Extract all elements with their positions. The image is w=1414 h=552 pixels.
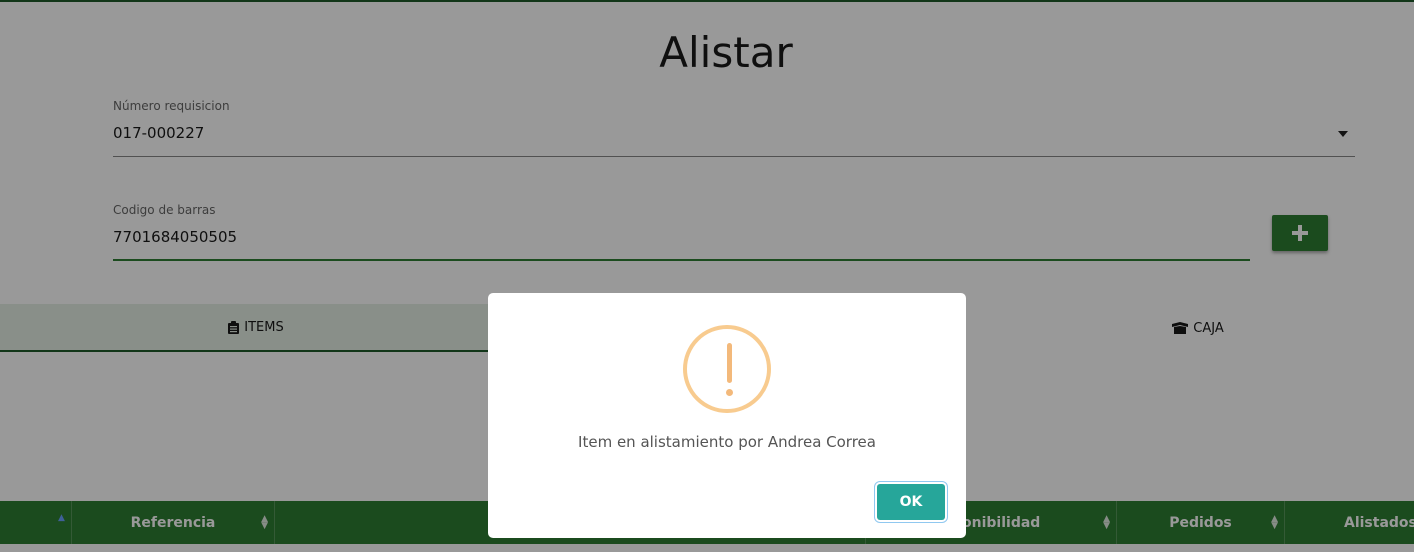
ok-button[interactable]: OK bbox=[877, 484, 945, 520]
dialog-message: Item en alistamiento por Andrea Correa bbox=[578, 433, 876, 451]
alert-dialog: Item en alistamiento por Andrea Correa O… bbox=[488, 293, 966, 538]
exclamation-icon bbox=[683, 325, 771, 413]
exclamation-dot bbox=[726, 389, 733, 396]
exclamation-bar bbox=[727, 343, 732, 383]
